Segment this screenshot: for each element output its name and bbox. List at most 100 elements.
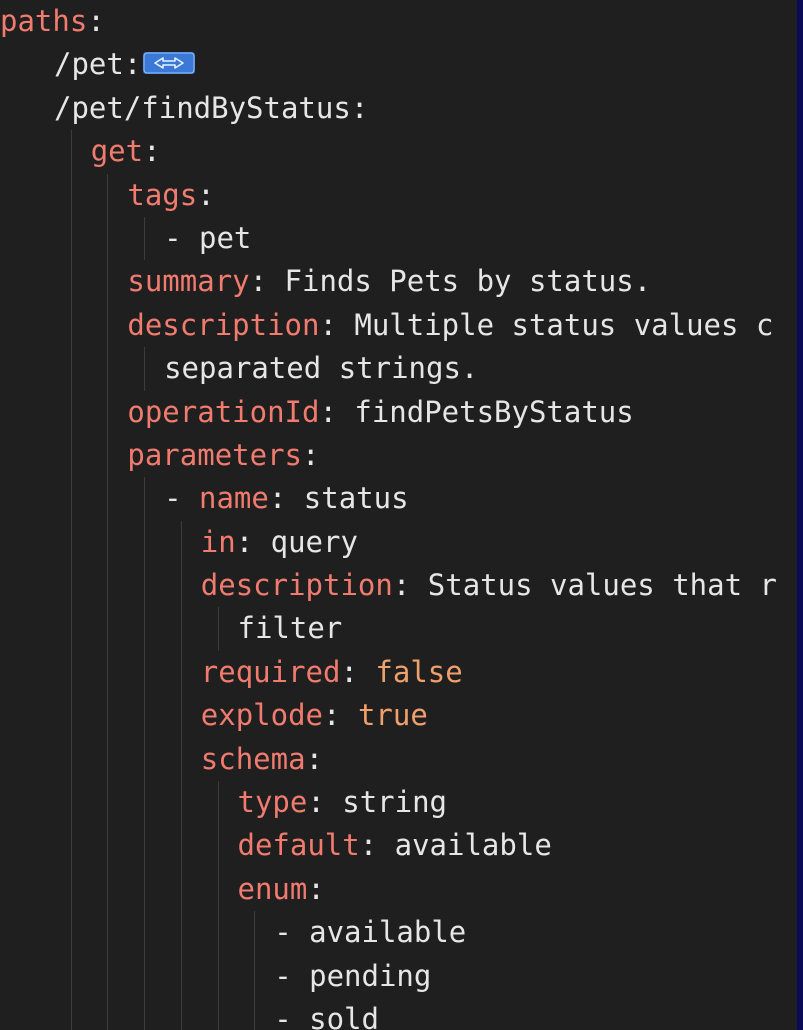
ellipsis-fold-icon[interactable] — [143, 52, 196, 75]
yaml-text: - pet — [164, 220, 252, 255]
code-line-content: summary: Finds Pets by status. — [127, 260, 651, 303]
code-line-content: - pet — [164, 217, 251, 260]
code-line[interactable]: operationId: findPetsByStatus — [0, 390, 797, 434]
code-line[interactable]: schema: — [0, 737, 797, 782]
yaml-text: /pet/findByStatus — [54, 90, 351, 125]
code-line[interactable]: - pending — [0, 954, 797, 998]
code-line-content: operationId: findPetsByStatus — [127, 391, 633, 434]
code-line-content: - available — [274, 911, 466, 954]
code-line[interactable]: description: Multiple status values c — [0, 303, 797, 348]
indent-guide — [144, 216, 146, 261]
code-line-content: enum: — [238, 868, 325, 911]
yaml-text: - sold — [274, 1001, 379, 1030]
code-line-content: type: string — [238, 781, 448, 824]
indent-guide — [217, 607, 219, 651]
yaml-text: filter — [237, 611, 343, 646]
yaml-text: : findPetsByStatus — [319, 394, 634, 429]
indent-guide — [107, 997, 109, 1030]
code-line[interactable]: - available — [0, 911, 797, 955]
code-line-content: tags: — [127, 174, 214, 217]
indent-guide — [107, 173, 109, 217]
indent-guide — [70, 737, 72, 782]
code-line[interactable]: summary: Finds Pets by status. — [0, 260, 797, 304]
code-line[interactable]: get: — [0, 130, 797, 174]
indent-guide — [107, 954, 109, 998]
code-line[interactable]: type: string — [0, 781, 797, 825]
indent-guide — [70, 650, 72, 695]
yaml-text: : — [302, 437, 320, 472]
code-line[interactable]: separated strings. — [0, 347, 797, 391]
yaml-literal: true — [357, 698, 428, 733]
code-line[interactable]: enum: — [0, 867, 797, 912]
indent-guide — [70, 303, 72, 348]
code-line[interactable]: default: available — [0, 824, 797, 868]
yaml-text: separated strings. — [164, 351, 479, 386]
indent-guide — [144, 694, 146, 738]
code-line[interactable]: description: Status values that r — [0, 564, 797, 608]
code-line[interactable]: in: query — [0, 520, 797, 565]
indent-guide — [144, 347, 146, 391]
code-line[interactable]: filter — [0, 607, 797, 651]
code-line-content: filter — [238, 607, 343, 650]
yaml-text: : — [305, 741, 324, 776]
yaml-key: description — [127, 307, 320, 342]
code-line[interactable]: explode: true — [0, 694, 797, 738]
indent-guide — [107, 867, 109, 912]
yaml-text: : — [350, 90, 369, 125]
code-line[interactable]: - sold — [0, 997, 797, 1030]
indent-guide — [70, 520, 72, 565]
code-line-content: paths: — [0, 0, 105, 43]
indent-guide — [70, 173, 72, 217]
indent-guide — [180, 954, 182, 998]
indent-guide — [144, 607, 146, 651]
code-line[interactable]: - name: status — [0, 477, 797, 521]
indent-guide — [107, 694, 109, 738]
code-line[interactable]: - pet — [0, 216, 797, 261]
indent-guide — [217, 781, 219, 825]
yaml-text: : available — [359, 828, 552, 863]
indent-guide — [180, 737, 182, 782]
window-border — [797, 0, 803, 1030]
code-line[interactable]: paths: — [0, 0, 797, 43]
indent-guide — [254, 911, 256, 955]
yaml-text: - pending — [274, 958, 432, 993]
indent-guide — [70, 607, 72, 651]
indent-guide — [144, 781, 146, 825]
indent-guide — [180, 997, 182, 1030]
indent-guide — [70, 390, 72, 434]
yaml-key: summary — [127, 264, 250, 299]
code-line-content: - sold — [274, 998, 379, 1030]
code-line-content: - pending — [274, 955, 431, 998]
indent-guide — [180, 867, 182, 912]
yaml-key: get — [90, 134, 144, 169]
yaml-text: : — [123, 47, 142, 82]
indent-guide — [217, 824, 219, 868]
code-line[interactable]: required: false — [0, 650, 797, 695]
yaml-key: paths — [0, 4, 88, 38]
indent-guide — [107, 390, 109, 434]
indent-guide — [70, 433, 72, 478]
indent-guide — [180, 781, 182, 825]
indent-guide — [144, 997, 146, 1030]
indent-guide — [70, 781, 72, 825]
indent-guide — [107, 216, 109, 261]
code-editor[interactable]: paths:/pet:/pet/findByStatus: get: tags: - … — [0, 0, 797, 1030]
indent-guide — [70, 347, 72, 391]
yaml-key: name — [199, 481, 269, 516]
yaml-key: parameters — [127, 437, 302, 472]
yaml-text: : — [323, 698, 358, 733]
yaml-key: in — [200, 524, 236, 559]
code-line[interactable]: /pet/findByStatus: — [0, 87, 797, 130]
yaml-text: : status — [268, 481, 409, 516]
indent-guide — [144, 911, 146, 955]
code-line[interactable]: parameters: — [0, 433, 797, 478]
yaml-text: : — [87, 4, 105, 38]
yaml-text: : Finds Pets by status. — [249, 264, 652, 299]
code-line-content: required: false — [201, 651, 463, 694]
code-line[interactable]: /pet: — [0, 43, 797, 86]
code-area[interactable]: paths:/pet:/pet/findByStatus: get: tags: - … — [0, 0, 797, 1030]
yaml-literal: false — [375, 654, 463, 689]
yaml-key: enum — [237, 871, 308, 906]
indent-guide — [107, 824, 109, 868]
code-line[interactable]: tags: — [0, 173, 797, 217]
